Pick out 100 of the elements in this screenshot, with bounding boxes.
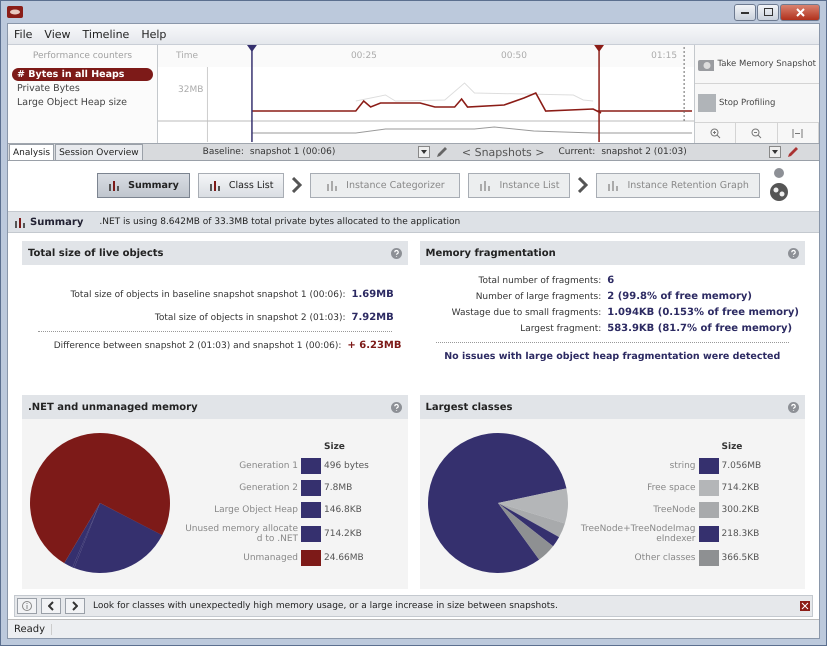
counter-item[interactable]: # Bytes in all Heaps (12, 68, 153, 81)
panel-title: .NET and unmanaged memory (28, 402, 198, 412)
menu-item[interactable]: View (44, 28, 71, 40)
legend-label: TreeNode+TreeNodeImageIndexer (580, 524, 696, 544)
baseline-label: Baseline: (202, 147, 244, 157)
menu-item[interactable]: File (14, 28, 32, 40)
maximize-button[interactable] (757, 4, 779, 20)
legend-label: Unmanaged (242, 553, 298, 563)
minimize-icon (741, 10, 749, 14)
field-value: + 6.23MB (347, 340, 402, 351)
zoom-out-icon (750, 128, 762, 138)
column-heading: Size (324, 442, 346, 452)
view-icon (479, 180, 492, 190)
close-button[interactable] (780, 4, 820, 20)
field-label: Total number of fragments: (478, 276, 602, 286)
next-button[interactable] (65, 598, 85, 614)
field-label: Largest fragment: (519, 324, 602, 334)
view-icon (607, 180, 620, 190)
snapshot-button[interactable]: Take Memory Snapshot (695, 45, 819, 84)
hint-text: Look for classes with unexpectedly high memory usage, or a large increase in size between snapshots. (93, 601, 559, 611)
stop-icon (698, 94, 716, 112)
current-dropdown[interactable]: snapshot 2 (01:03) (601, 147, 687, 157)
legend-value: 714.2KB (324, 529, 363, 539)
column-heading: Size (722, 442, 744, 452)
field-value: 2 (99.8% of free memory) (607, 291, 753, 302)
legend-value: 7.8MB (324, 483, 354, 493)
nav-button[interactable]: Summary (97, 172, 190, 198)
chevron-icon (292, 177, 302, 193)
pencil-icon[interactable] (436, 146, 448, 158)
field-label: Difference between snapshot 2 (01:03) and snapshot 1 (00:06): (52, 340, 342, 350)
field-label: Number of large fragments: (474, 292, 602, 302)
tick-label: 01:15 (651, 51, 678, 61)
tab[interactable]: Session Overview (55, 144, 143, 160)
fit-icon (792, 128, 804, 138)
legend-value: 714.2KB (722, 483, 760, 493)
summary-text: .NET is using 8.642MB of 33.3MB total private bytes allocated to the application (99, 217, 460, 227)
camera-icon (698, 57, 714, 71)
legend-label: TreeNode (652, 505, 696, 515)
dropdown-button[interactable] (418, 146, 430, 158)
field-label: Wastage due to small fragments: (450, 308, 602, 318)
maximize-icon (764, 8, 772, 16)
legend-value: 218.3KB (722, 529, 760, 539)
status-message: No issues with large object heap fragmentation were detected (443, 351, 782, 362)
app-icon (7, 6, 23, 18)
legend-value: 7.056MB (722, 461, 762, 471)
field-label: Total size of objects in baseline snapshot snapshot 1 (00:06): (69, 290, 346, 300)
info-icon (22, 601, 32, 611)
view-icon (208, 180, 221, 190)
pencil-icon[interactable] (787, 146, 800, 158)
legend-value: 300.2KB (722, 505, 760, 515)
legend-label: string (668, 461, 696, 471)
dropdown-button[interactable] (769, 146, 782, 158)
view-icon (108, 180, 120, 190)
close-icon[interactable] (800, 601, 810, 611)
panel-title: Memory fragmentation (426, 248, 556, 258)
nav-button[interactable]: Class List (198, 172, 284, 198)
caret-icon (772, 150, 778, 154)
panel-title: Largest classes (426, 402, 512, 412)
snapshots-label: < Snapshots > (460, 146, 546, 158)
legend-label: Generation 2 (238, 483, 298, 493)
menu-item[interactable]: Timeline (82, 28, 130, 40)
close-icon (796, 8, 804, 16)
counter-item[interactable]: Private Bytes (12, 82, 153, 95)
current-label: Current: (558, 147, 596, 157)
legend-label: Unused memory allocated to .NET (184, 524, 298, 544)
menu-item[interactable]: Help (141, 28, 166, 40)
axis-label: 32MB (178, 85, 204, 95)
field-value: 583.9KB (81.7% of free memory) (607, 323, 794, 334)
panel-heading: Performance counters (32, 50, 134, 63)
legend-value: 496 bytes (324, 461, 369, 471)
counter-item[interactable]: Large Object Heap size (12, 96, 153, 109)
previous-button[interactable] (41, 598, 61, 614)
legend-label: Free space (646, 483, 696, 493)
status-text: Ready (8, 624, 52, 634)
chevron-left-icon (48, 601, 54, 611)
field-value: 1.69MB (352, 289, 395, 300)
legend-value: 366.5KB (722, 553, 760, 563)
legend-label: Large Object Heap (213, 505, 298, 515)
tick-label: 00:25 (350, 51, 377, 61)
view-icon (326, 180, 338, 190)
chart-icon (14, 216, 26, 228)
axis-label: Time (176, 51, 198, 61)
legend-label: Other classes (634, 553, 696, 563)
chevron-right-icon (72, 601, 78, 611)
tab[interactable]: Analysis (9, 144, 54, 160)
zoom-in-icon (710, 128, 721, 138)
tick-label: 00:50 (501, 51, 527, 61)
panel-title: Total size of live objects (28, 248, 164, 258)
minimize-button[interactable] (734, 4, 756, 20)
chevron-icon (578, 177, 588, 193)
legend-label: Generation 1 (238, 461, 298, 471)
caret-icon (420, 150, 427, 154)
field-value: 1.094KB (0.153% of free memory) (607, 307, 799, 318)
field-value: 6 (607, 275, 616, 286)
summary-title: Summary (30, 216, 84, 228)
legend-value: 146.8KB (324, 505, 363, 515)
legend-value: 24.66MB (324, 553, 365, 563)
baseline-dropdown[interactable]: snapshot 1 (00:06) (250, 147, 336, 157)
field-value: 7.92MB (352, 312, 395, 323)
stop-button[interactable]: Stop Profiling (695, 84, 819, 123)
